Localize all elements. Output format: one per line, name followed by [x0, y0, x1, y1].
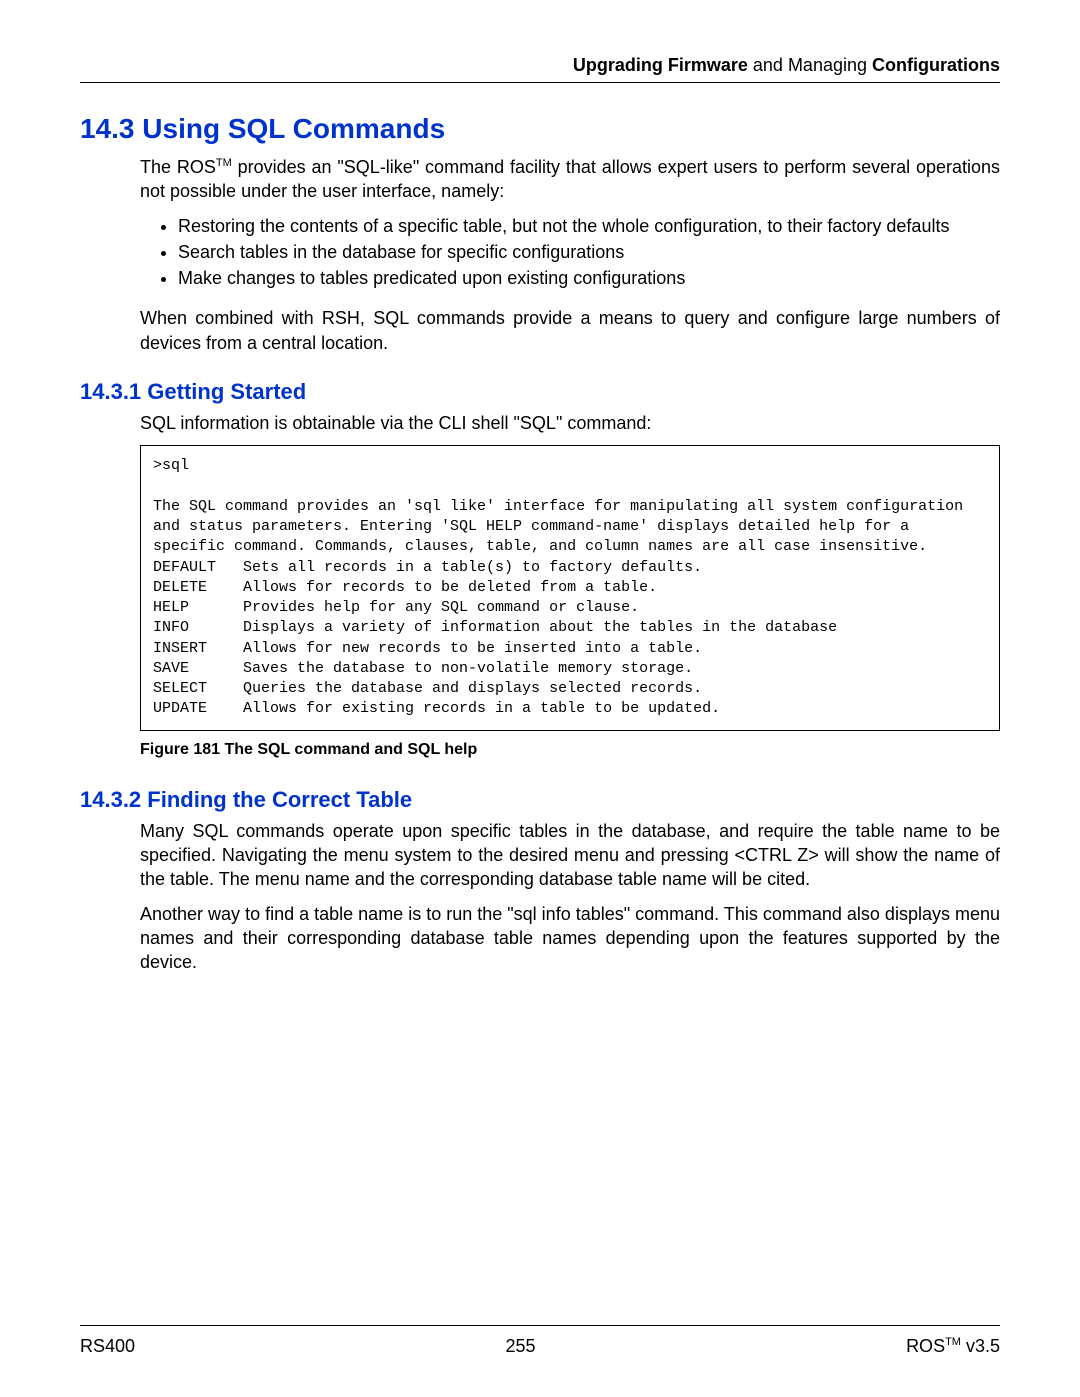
- rule-top: [80, 82, 1000, 83]
- code-block: >sql The SQL command provides an 'sql li…: [140, 445, 1000, 730]
- section-heading: 14.3 Using SQL Commands: [80, 113, 1000, 145]
- footer-right-post: v3.5: [961, 1336, 1000, 1356]
- running-head-right: Configurations: [872, 55, 1000, 75]
- bullet-list: Restoring the contents of a specific tab…: [140, 214, 1000, 291]
- footer-center: 255: [506, 1336, 536, 1357]
- section-body: The ROSTM provides an "SQL-like" command…: [140, 155, 1000, 355]
- subsection-title: Getting Started: [147, 379, 306, 404]
- intro-paragraph-2: When combined with RSH, SQL commands pro…: [140, 306, 1000, 355]
- running-head: Upgrading Firmware and Managing Configur…: [80, 55, 1000, 76]
- subsection-body: Many SQL commands operate upon specific …: [140, 819, 1000, 975]
- subsection-number: 14.3.1: [80, 379, 141, 404]
- list-item: Restoring the contents of a specific tab…: [178, 214, 1000, 238]
- trademark-symbol: TM: [216, 157, 232, 169]
- subsection-heading: 14.3.2 Finding the Correct Table: [80, 787, 1000, 813]
- sub2-paragraph-1: Many SQL commands operate upon specific …: [140, 819, 1000, 892]
- subsection-heading: 14.3.1 Getting Started: [80, 379, 1000, 405]
- intro-pre: The ROS: [140, 157, 216, 177]
- list-item: Search tables in the database for specif…: [178, 240, 1000, 264]
- subsection-number: 14.3.2: [80, 787, 141, 812]
- intro-post: provides an "SQL-like" command facility …: [140, 157, 1000, 201]
- section-title: Using SQL Commands: [142, 113, 445, 144]
- footer-left: RS400: [80, 1336, 135, 1357]
- subsection-title: Finding the Correct Table: [147, 787, 412, 812]
- sub1-paragraph: SQL information is obtainable via the CL…: [140, 411, 1000, 435]
- trademark-symbol: TM: [945, 1336, 961, 1348]
- subsection-body: SQL information is obtainable via the CL…: [140, 411, 1000, 759]
- rule-bottom: [80, 1325, 1000, 1326]
- page: Upgrading Firmware and Managing Configur…: [0, 0, 1080, 1397]
- running-head-mid: and Managing: [748, 55, 872, 75]
- running-head-left: Upgrading Firmware: [573, 55, 748, 75]
- list-item: Make changes to tables predicated upon e…: [178, 266, 1000, 290]
- section-number: 14.3: [80, 113, 135, 144]
- footer-right-pre: ROS: [906, 1336, 945, 1356]
- footer-right: ROSTM v3.5: [906, 1336, 1000, 1357]
- sub2-paragraph-2: Another way to find a table name is to r…: [140, 902, 1000, 975]
- figure-caption: Figure 181 The SQL command and SQL help: [140, 741, 1000, 759]
- intro-paragraph: The ROSTM provides an "SQL-like" command…: [140, 155, 1000, 204]
- footer-row: RS400 255 ROSTM v3.5: [80, 1336, 1000, 1357]
- page-footer: RS400 255 ROSTM v3.5: [80, 1325, 1000, 1357]
